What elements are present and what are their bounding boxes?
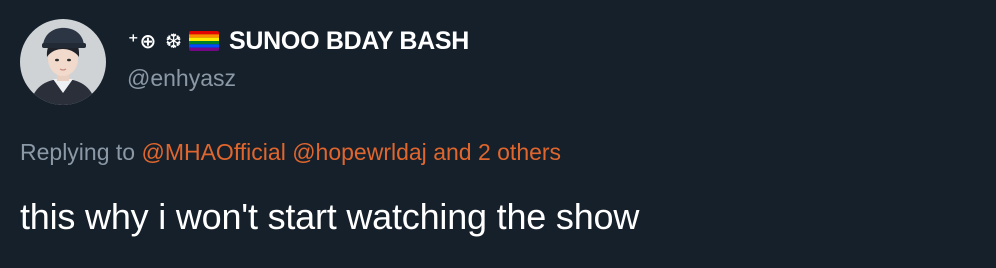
- replying-to-line: Replying to @MHAOfficial @hopewrldaj and…: [20, 139, 561, 166]
- user-handle[interactable]: @enhyasz: [127, 65, 236, 92]
- mention-link-mhaofficial[interactable]: @MHAOfficial: [141, 139, 285, 165]
- display-name-row[interactable]: ⁺⊕ ❆ SUNOO BDAY BASH: [128, 26, 469, 56]
- replying-prefix: Replying to: [20, 139, 136, 165]
- avatar[interactable]: [20, 19, 106, 105]
- tweet: ⁺⊕ ❆ SUNOO BDAY BASH @enhyasz Replying t…: [0, 0, 996, 268]
- tweet-text: this why i won't start watching the show: [20, 196, 640, 237]
- rainbow-flag-icon: [189, 31, 220, 51]
- others-link[interactable]: and 2 others: [433, 139, 561, 165]
- user-avatar-photo: [20, 19, 106, 105]
- display-name[interactable]: SUNOO BDAY BASH: [229, 27, 469, 56]
- mention-link-hopewrldaj[interactable]: @hopewrldaj: [292, 139, 427, 165]
- name-emoji-glyphs: ⁺⊕ ❆: [128, 29, 184, 53]
